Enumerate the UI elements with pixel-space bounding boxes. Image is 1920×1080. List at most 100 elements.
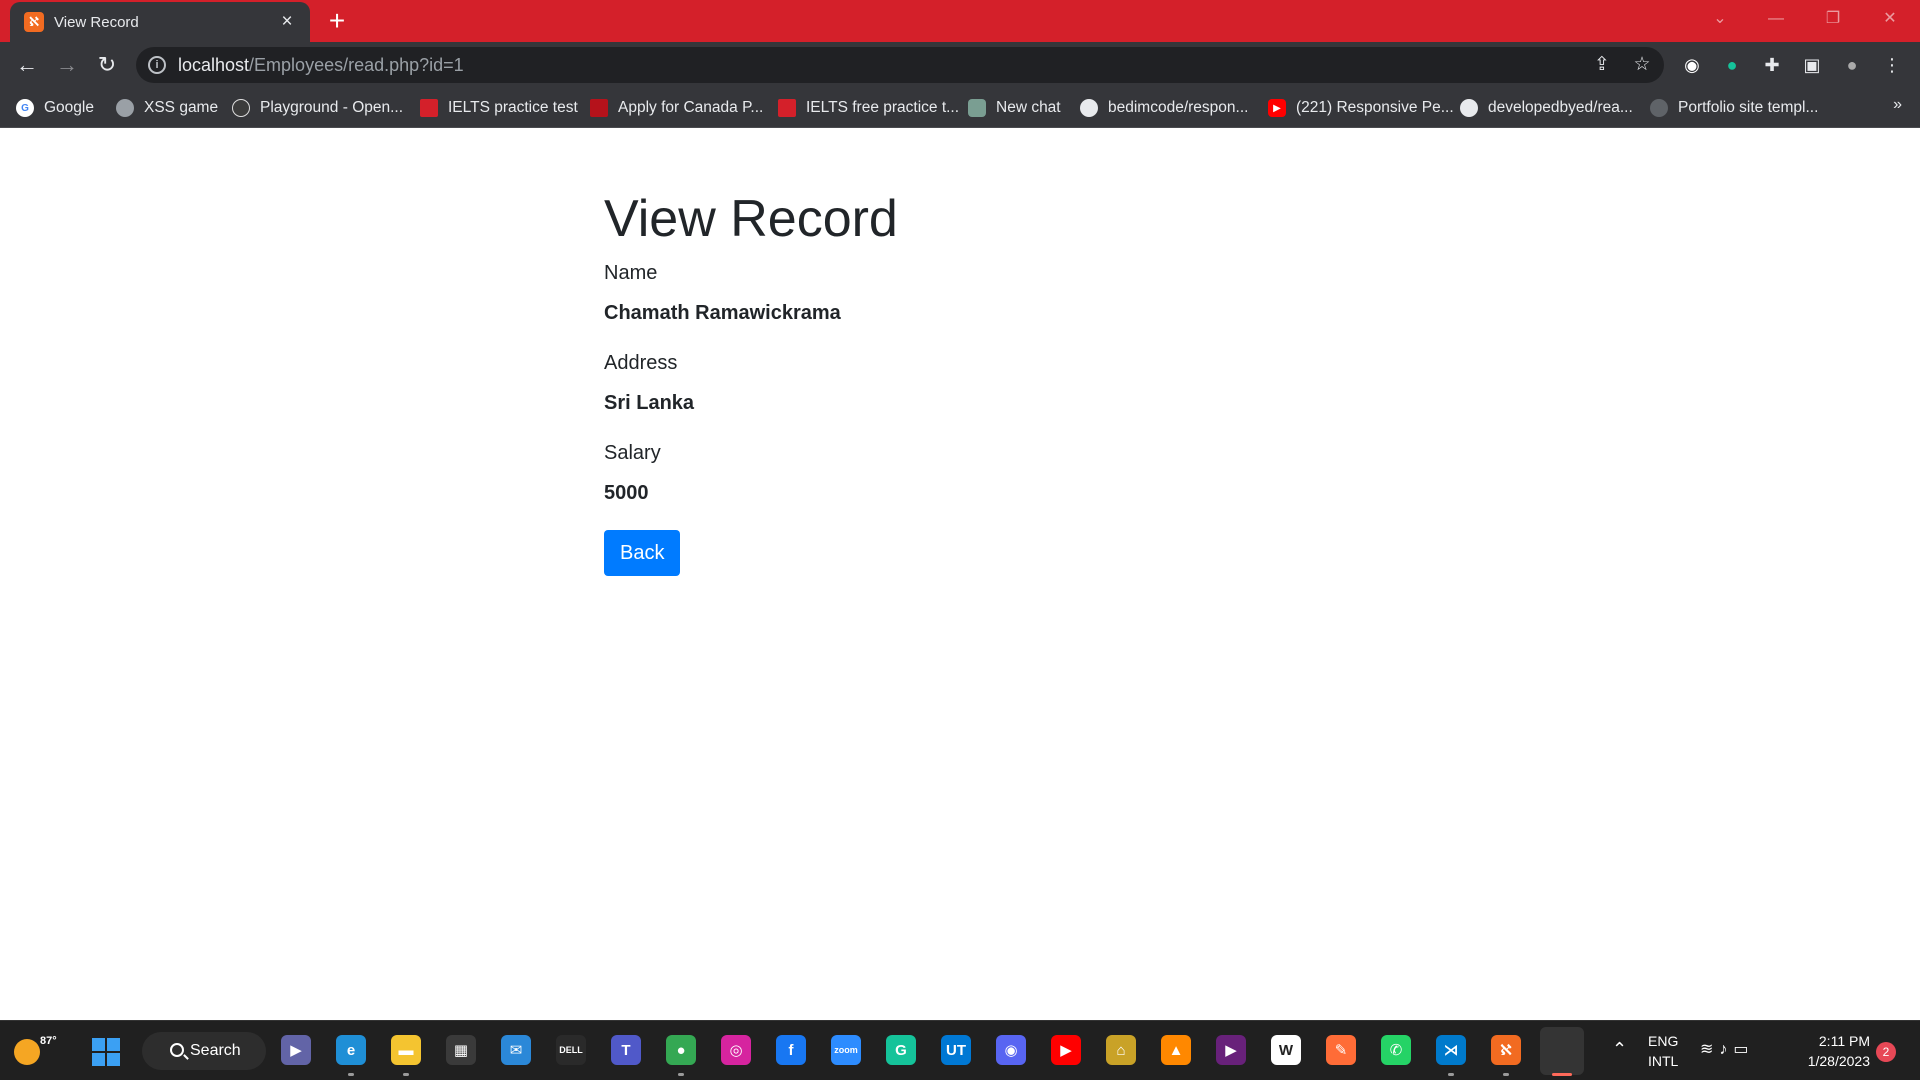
chatgpt-icon: [968, 99, 986, 117]
postman-icon[interactable]: ✎: [1326, 1035, 1356, 1065]
browser-tab[interactable]: ℵ View Record ×: [10, 2, 310, 42]
dell-icon[interactable]: DELL: [556, 1035, 586, 1065]
bookmark-label: Google: [44, 99, 94, 116]
bookmark-item[interactable]: New chat: [968, 96, 1061, 120]
bookmark-label: developedbyed/rea...: [1488, 99, 1633, 116]
close-window-button[interactable]: ✕: [1870, 4, 1910, 34]
bookmark-item[interactable]: Portfolio site templ...: [1650, 96, 1818, 120]
xampp-icon[interactable]: ℵ: [1491, 1035, 1521, 1065]
teams-icon[interactable]: T: [611, 1035, 641, 1065]
minimize-button[interactable]: —: [1756, 4, 1796, 34]
facebook-icon[interactable]: f: [776, 1035, 806, 1065]
bookmark-star-icon[interactable]: ☆: [1630, 53, 1654, 77]
page-viewport: View Record Name Chamath Ramawickrama Ad…: [0, 128, 1920, 1020]
microsoft-store-icon[interactable]: ▦: [446, 1035, 476, 1065]
youtube-icon[interactable]: ▶: [1051, 1035, 1081, 1065]
language-indicator[interactable]: ENG INTL: [1648, 1031, 1678, 1071]
globe-icon: [1650, 99, 1668, 117]
bookmark-item[interactable]: IELTS practice test: [420, 96, 578, 120]
show-hidden-icons-icon[interactable]: ⌃: [1612, 1039, 1627, 1060]
taskbar-clock[interactable]: 2:11 PM 1/28/2023: [1800, 1031, 1870, 1071]
canada-icon: [590, 99, 608, 117]
battery-icon: ▭: [1733, 1041, 1755, 1058]
grammarly-icon[interactable]: G: [886, 1035, 916, 1065]
file-explorer-icon[interactable]: ▬: [391, 1035, 421, 1065]
bookmark-label: Portfolio site templ...: [1678, 99, 1819, 116]
running-app-dot: [1503, 1073, 1509, 1076]
running-app-dot: [1448, 1073, 1454, 1076]
bookmark-item[interactable]: XSS game: [116, 96, 218, 120]
grammarly-extension-icon[interactable]: ●: [1720, 53, 1744, 77]
system-tray-icons[interactable]: ≋♪▭: [1700, 1039, 1755, 1059]
bookmark-label: (221) Responsive Pe...: [1296, 99, 1454, 116]
bookmark-item[interactable]: G Google: [16, 96, 94, 120]
running-app-dot: [678, 1073, 684, 1076]
clock-time: 2:11 PM: [1818, 1033, 1870, 1049]
vpn-icon[interactable]: ⌂: [1106, 1035, 1136, 1065]
weather-widget[interactable]: 87°: [14, 1035, 57, 1065]
back-button[interactable]: Back: [604, 530, 681, 577]
name-label: Name: [604, 262, 658, 285]
bookmark-item[interactable]: Apply for Canada P...: [590, 96, 763, 120]
bookmark-label: IELTS practice test: [448, 99, 578, 116]
back-arrow-icon[interactable]: ←: [10, 48, 44, 82]
name-value: Chamath Ramawickrama: [604, 302, 841, 325]
bookmark-item[interactable]: ▶ (221) Responsive Pe...: [1268, 96, 1454, 120]
address-bar[interactable]: i localhost/Employees/read.php?id=1 ⇪ ☆: [136, 47, 1664, 83]
new-tab-button[interactable]: +: [322, 7, 352, 36]
bookmark-label: Playground - Open...: [260, 99, 404, 116]
recorder-extension-icon[interactable]: ◉: [1680, 53, 1704, 77]
taskbar-search[interactable]: Search: [142, 1032, 266, 1070]
bookmark-label: XSS game: [144, 99, 219, 116]
site-info-icon[interactable]: i: [148, 56, 166, 74]
record-container: View Record Name Chamath Ramawickrama Ad…: [604, 188, 1304, 577]
notification-badge[interactable]: 2: [1876, 1042, 1896, 1062]
zoom-icon[interactable]: zoom: [831, 1035, 861, 1065]
mail-icon[interactable]: ✉: [501, 1035, 531, 1065]
restore-button[interactable]: ❐: [1813, 4, 1853, 34]
address-label: Address: [604, 352, 678, 375]
salary-value: 5000: [604, 482, 649, 505]
menu-kebab-icon[interactable]: ⋮: [1880, 53, 1904, 77]
address-value: Sri Lanka: [604, 392, 695, 415]
language-line1: ENG: [1648, 1033, 1679, 1049]
bookmark-item[interactable]: Playground - Open...: [232, 96, 403, 120]
google-icon: G: [16, 99, 34, 117]
wifi-icon: ≋: [1700, 1041, 1720, 1058]
extensions-puzzle-icon[interactable]: ✚: [1760, 53, 1784, 77]
chrome-icon[interactable]: ●: [666, 1035, 696, 1065]
whatsapp-icon[interactable]: ✆: [1381, 1035, 1411, 1065]
ielts-icon: [778, 99, 796, 117]
visual-studio-icon[interactable]: ▶: [1216, 1035, 1246, 1065]
edge-icon[interactable]: e: [336, 1035, 366, 1065]
forward-arrow-icon[interactable]: →: [50, 48, 84, 82]
side-panel-icon[interactable]: ▣: [1800, 53, 1824, 77]
instagram-icon[interactable]: ◎: [721, 1035, 751, 1065]
ut-icon[interactable]: UT: [941, 1035, 971, 1065]
youtube-icon: ▶: [1268, 99, 1286, 117]
vscode-icon[interactable]: ⋊: [1436, 1035, 1466, 1065]
xampp-icon: ℵ: [24, 12, 44, 32]
tab-search-icon[interactable]: ⌄: [1700, 4, 1740, 34]
meet-icon[interactable]: ▶: [281, 1035, 311, 1065]
bookmark-label: IELTS free practice t...: [806, 99, 960, 116]
share-icon[interactable]: ⇪: [1590, 53, 1614, 77]
wikipedia-icon[interactable]: W: [1271, 1035, 1301, 1065]
discord-icon[interactable]: ◉: [996, 1035, 1026, 1065]
windows-start-icon[interactable]: [92, 1038, 120, 1066]
bookmark-label: Apply for Canada P...: [618, 99, 764, 116]
clock-date: 1/28/2023: [1807, 1053, 1870, 1069]
bookmark-item[interactable]: bedimcode/respon...: [1080, 96, 1248, 120]
reload-icon[interactable]: ↻: [90, 48, 124, 82]
windows-taskbar: 87° Search ▶ e ▬ ▦ ✉ DELL T ● ◎ f zoom G UT ◉ ▶ ⌂ ▲ ▶ W ✎ ✆ ⋊…: [0, 1020, 1920, 1080]
profile-avatar[interactable]: ●: [1840, 53, 1864, 77]
bookmark-item[interactable]: IELTS free practice t...: [778, 96, 959, 120]
vlc-icon[interactable]: ▲: [1161, 1035, 1191, 1065]
page-title: View Record: [604, 190, 898, 248]
bookmark-item[interactable]: developedbyed/rea...: [1460, 96, 1633, 120]
close-tab-icon[interactable]: ×: [276, 11, 298, 33]
running-app-dot: [348, 1073, 354, 1076]
url-text[interactable]: localhost/Employees/read.php?id=1: [178, 55, 464, 76]
globe-icon: [116, 99, 134, 117]
bookmarks-overflow-icon[interactable]: »: [1893, 96, 1902, 114]
